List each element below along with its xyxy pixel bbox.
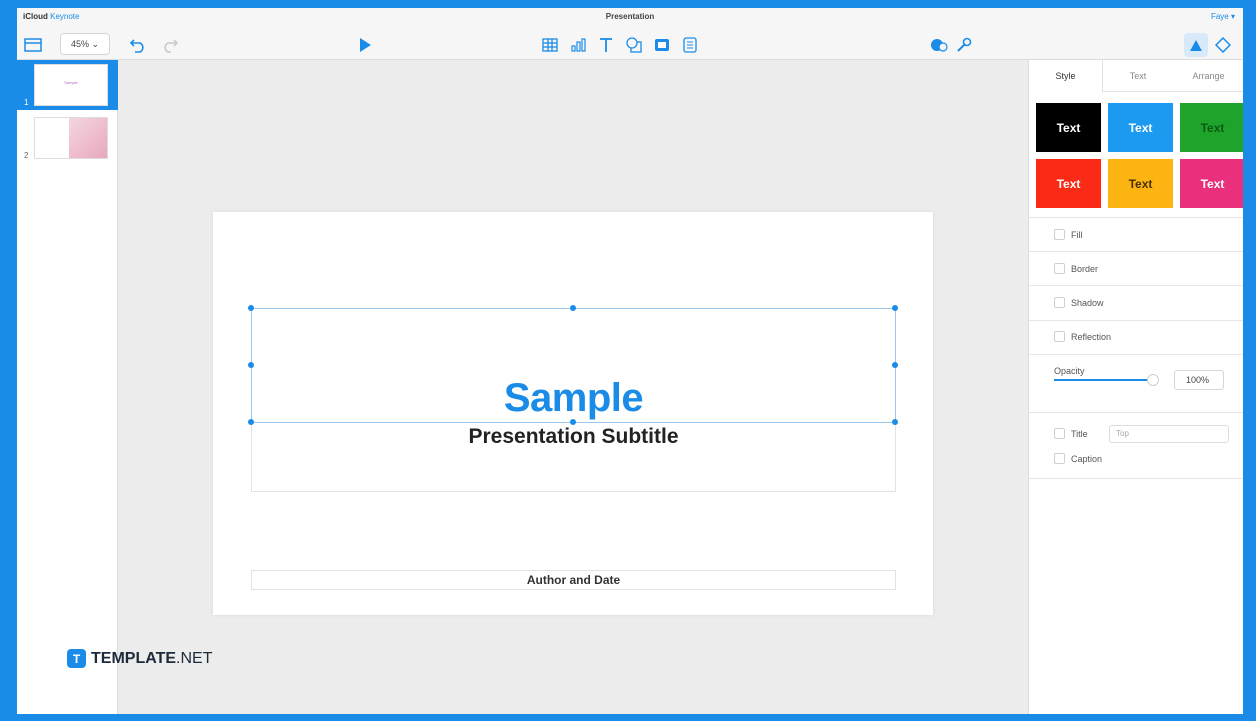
slide-1-preview: Sample — [34, 64, 108, 106]
play-icon[interactable] — [357, 36, 373, 54]
resize-handle-mr[interactable] — [892, 362, 898, 368]
style-swatch-black[interactable]: Text — [1036, 103, 1101, 152]
opacity-slider-track[interactable] — [1054, 379, 1154, 381]
format-brush-icon[interactable] — [1184, 33, 1208, 57]
caption-label: Caption — [1071, 453, 1103, 464]
title-checkbox[interactable] — [1054, 428, 1065, 439]
document-title[interactable]: Presentation — [17, 12, 1243, 21]
text-box-icon[interactable] — [597, 35, 615, 55]
reflection-option[interactable]: Reflection — [1054, 331, 1111, 342]
resize-handle-br[interactable] — [892, 419, 898, 425]
user-menu[interactable]: Faye ▾ — [1211, 12, 1235, 21]
slide-number: 1 — [24, 98, 29, 107]
shadow-label: Shadow — [1071, 297, 1104, 308]
divider — [1029, 412, 1243, 413]
slide-title[interactable]: Sample — [251, 376, 896, 421]
comment-icon[interactable] — [681, 36, 699, 54]
reflection-label: Reflection — [1071, 331, 1112, 342]
reflection-checkbox[interactable] — [1054, 331, 1065, 342]
shadow-checkbox[interactable] — [1054, 297, 1065, 308]
resize-handle-tl[interactable] — [248, 305, 254, 311]
resize-handle-bl[interactable] — [248, 419, 254, 425]
style-swatch-blue[interactable]: Text — [1108, 103, 1173, 152]
fill-checkbox[interactable] — [1054, 229, 1065, 240]
chart-icon[interactable] — [569, 36, 587, 54]
divider — [1029, 217, 1243, 218]
template-watermark: T TEMPLATE .NET — [67, 649, 212, 668]
resize-handle-bm[interactable] — [570, 419, 576, 425]
slide-subtitle[interactable]: Presentation Subtitle — [251, 425, 896, 449]
title-strip: iCloud Keynote Presentation Faye ▾ — [17, 8, 1243, 30]
slide-thumbnail-1[interactable]: Sample 1 — [17, 60, 118, 110]
shape-icon[interactable] — [625, 36, 643, 54]
fill-label: Fill — [1071, 229, 1083, 240]
border-checkbox[interactable] — [1054, 263, 1065, 274]
divider — [1029, 354, 1243, 355]
divider — [1029, 320, 1243, 321]
table-icon[interactable] — [541, 36, 559, 54]
wrench-icon[interactable] — [955, 35, 973, 55]
caption-checkbox[interactable] — [1054, 453, 1065, 464]
divider — [1029, 251, 1243, 252]
undo-icon[interactable] — [128, 35, 148, 55]
animate-icon[interactable] — [1213, 35, 1233, 55]
tab-style[interactable]: Style — [1029, 60, 1103, 92]
slide-canvas[interactable]: Sample Presentation Subtitle Author and … — [213, 212, 933, 615]
slide-2-preview — [34, 117, 108, 159]
shadow-option[interactable]: Shadow — [1054, 297, 1104, 308]
tab-text[interactable]: Text — [1103, 60, 1173, 92]
slide-thumbnail-2[interactable]: 2 — [17, 113, 118, 163]
keynote-window: iCloud Keynote Presentation Faye ▾ 45% ⌄ — [17, 8, 1243, 714]
watermark-logo-icon: T — [67, 649, 86, 668]
resize-handle-ml[interactable] — [248, 362, 254, 368]
watermark-name: TEMPLATE — [91, 649, 177, 667]
title-option[interactable]: Title — [1054, 428, 1088, 439]
media-icon[interactable] — [653, 36, 671, 54]
collaborate-icon[interactable] — [929, 36, 949, 54]
slide-2-image — [69, 118, 107, 158]
resize-handle-tm[interactable] — [570, 305, 576, 311]
caption-option[interactable]: Caption — [1054, 453, 1102, 464]
format-inspector: Style Text Arrange Text Text Text Text T… — [1028, 60, 1243, 714]
slide-1-preview-title: Sample — [64, 80, 78, 85]
style-swatch-pink[interactable]: Text — [1180, 159, 1243, 208]
opacity-value-field[interactable]: 100% — [1174, 370, 1224, 390]
opacity-label: Opacity — [1054, 366, 1085, 376]
redo-icon[interactable] — [160, 35, 180, 55]
view-icon[interactable] — [23, 36, 43, 54]
fill-option[interactable]: Fill — [1054, 229, 1083, 240]
slide-navigator: Sample 1 2 — [17, 60, 118, 714]
zoom-select[interactable]: 45% ⌄ — [60, 33, 110, 55]
style-swatch-green[interactable]: Text — [1180, 103, 1243, 152]
resize-handle-tr[interactable] — [892, 305, 898, 311]
title-label: Title — [1071, 428, 1088, 439]
divider — [1029, 285, 1243, 286]
slide-number: 2 — [24, 151, 29, 160]
tab-arrange[interactable]: Arrange — [1173, 60, 1243, 92]
style-swatch-red[interactable]: Text — [1036, 159, 1101, 208]
inspector-tabs: Style Text Arrange — [1029, 60, 1243, 92]
style-swatch-yellow[interactable]: Text — [1108, 159, 1173, 208]
opacity-value: 100% — [1185, 375, 1209, 385]
title-position-select[interactable]: Top — [1109, 425, 1229, 443]
divider — [1029, 478, 1243, 479]
border-label: Border — [1071, 263, 1099, 274]
border-option[interactable]: Border — [1054, 263, 1098, 274]
author-date-field[interactable]: Author and Date — [251, 570, 896, 590]
opacity-slider-knob[interactable] — [1147, 374, 1159, 386]
toolbar: 45% ⌄ — [17, 30, 1243, 60]
watermark-suffix: .NET — [176, 649, 213, 667]
